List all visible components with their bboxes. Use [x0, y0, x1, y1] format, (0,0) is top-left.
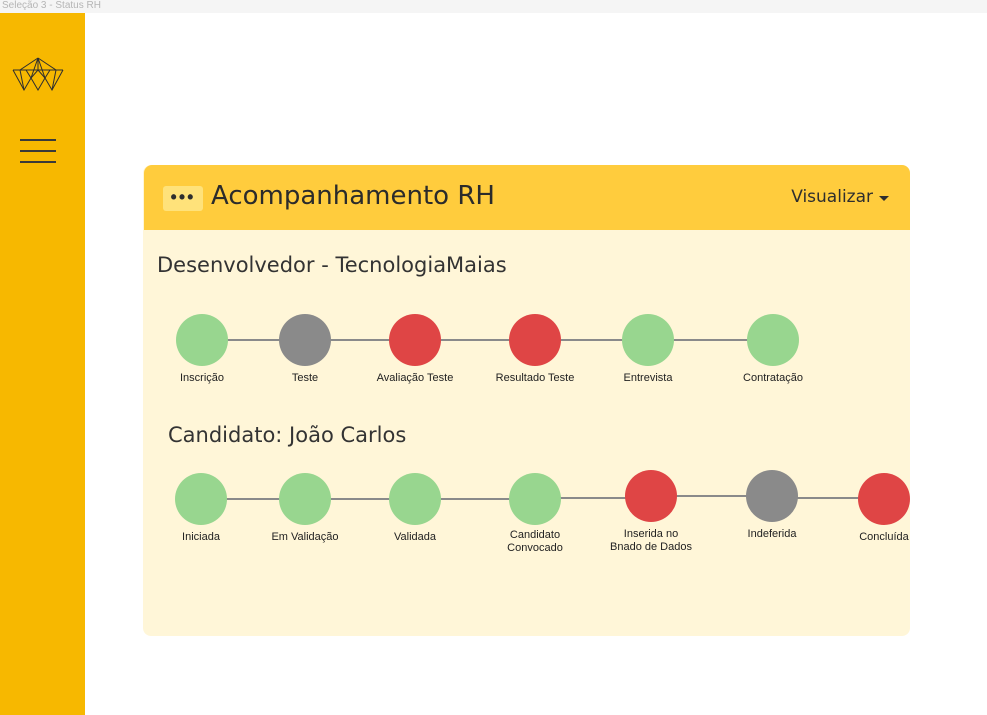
view-dropdown[interactable]: Visualizar — [791, 187, 889, 207]
job-step-label: Teste — [291, 372, 319, 384]
candidate-step-label: Validada — [394, 531, 436, 543]
candidate-step-node[interactable] — [746, 470, 798, 522]
job-step-node[interactable] — [176, 314, 228, 366]
candidate-step-label: Inserida no Bnado de Dados — [610, 528, 692, 553]
job-step-label: Resultado Teste — [495, 372, 575, 384]
candidate-step-node[interactable] — [858, 473, 910, 525]
job-step-node[interactable] — [747, 314, 799, 366]
job-step-label: Entrevista — [623, 372, 673, 384]
candidate-step-label: Concluída — [859, 531, 909, 543]
job-step-label: Avaliação Teste — [376, 372, 454, 384]
hamburger-menu-icon[interactable] — [20, 137, 56, 165]
job-step-node[interactable] — [389, 314, 441, 366]
candidate-step-node[interactable] — [175, 473, 227, 525]
card-title: Acompanhamento RH — [211, 181, 495, 211]
job-title: Desenvolvedor - TecnologiaMaias — [157, 253, 507, 277]
card-header: ••• Acompanhamento RH Visualizar — [144, 165, 910, 230]
job-step-label: Inscrição — [179, 372, 225, 384]
crystal-logo-icon[interactable] — [12, 57, 64, 91]
more-options-button[interactable]: ••• — [163, 186, 203, 211]
candidate-step-node[interactable] — [389, 473, 441, 525]
candidate-step-node[interactable] — [279, 473, 331, 525]
candidate-step-label: Iniciada — [182, 531, 220, 543]
candidate-step-label: Indeferida — [747, 528, 797, 540]
job-step-label: Contratação — [743, 372, 803, 384]
candidate-step-label: Em Validação — [271, 531, 339, 543]
candidate-step-node[interactable] — [625, 470, 677, 522]
sidebar — [0, 13, 85, 715]
job-step-node[interactable] — [279, 314, 331, 366]
candidate-step-label: Candidato Convocado — [507, 529, 563, 554]
caret-down-icon — [879, 195, 889, 201]
frame-label: Seleção 3 - Status RH — [0, 0, 987, 13]
job-step-node[interactable] — [509, 314, 561, 366]
hr-tracking-card: ••• Acompanhamento RH Visualizar Desenvo… — [143, 165, 910, 636]
job-step-node[interactable] — [622, 314, 674, 366]
view-dropdown-label: Visualizar — [791, 187, 873, 207]
candidate-title: Candidato: João Carlos — [168, 423, 407, 447]
candidate-step-node[interactable] — [509, 473, 561, 525]
